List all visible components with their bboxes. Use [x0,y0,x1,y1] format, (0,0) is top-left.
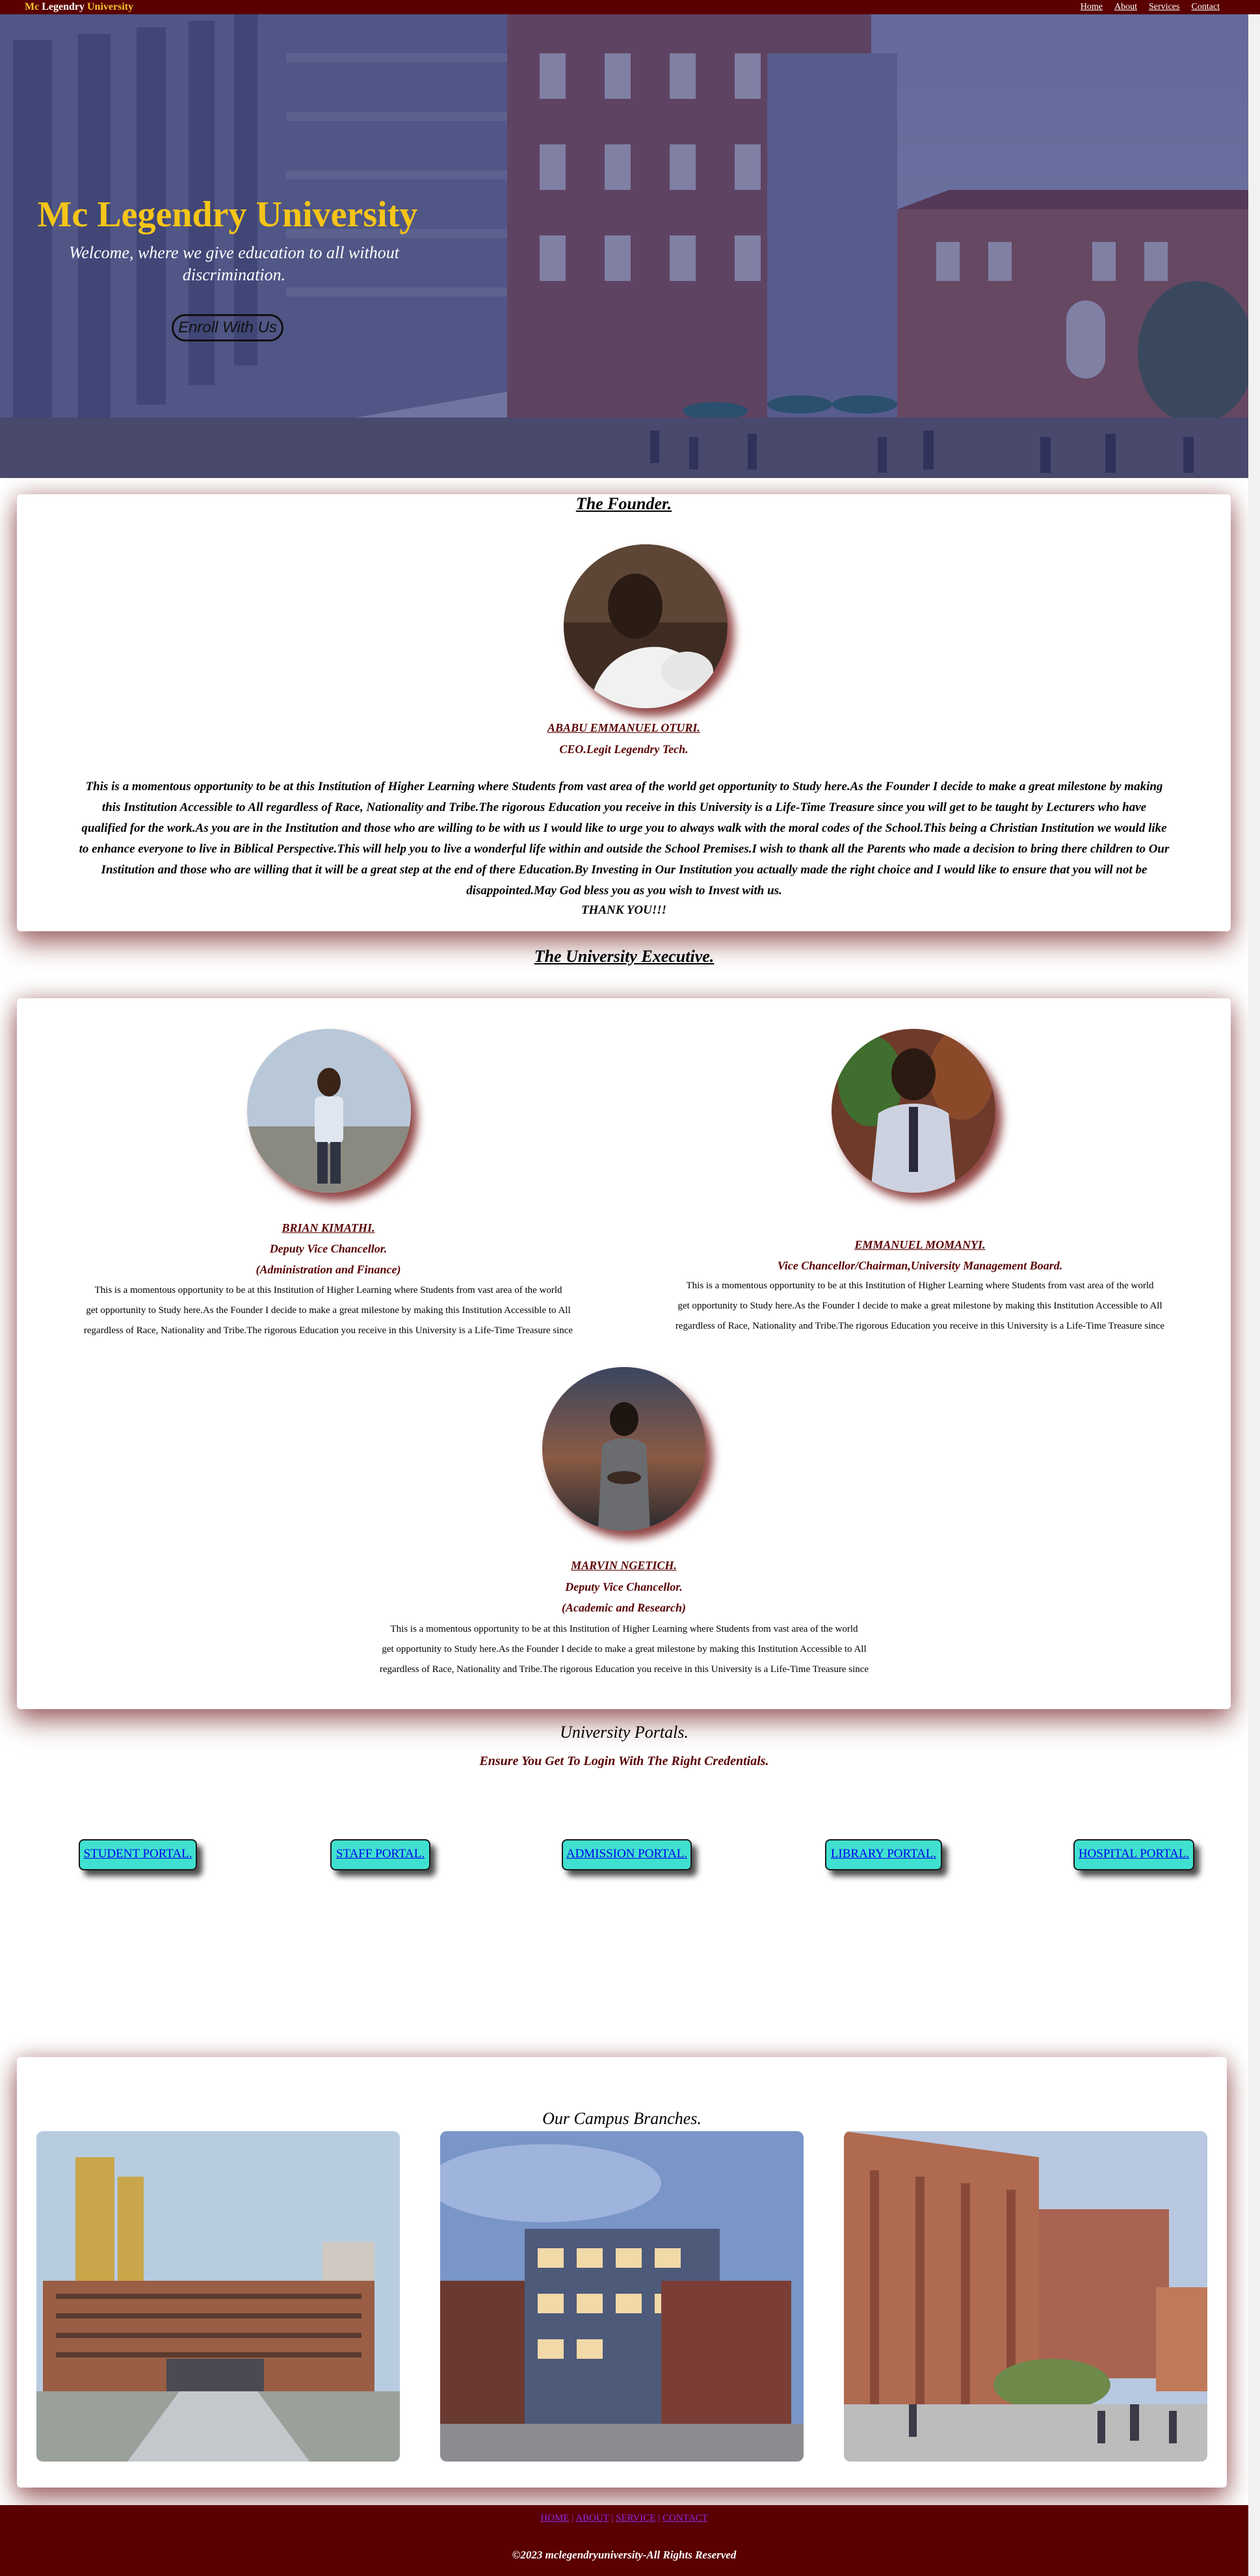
executive-name: BRIAN KIMATHI. [282,1221,375,1234]
executive-role-detail: (Administration and Finance) [256,1263,401,1276]
nav-link-about[interactable]: About [1114,1,1137,13]
footer-link-home[interactable]: HOME [540,2513,569,2523]
founder-message: This is a momentous opportunity to be at… [79,780,1170,897]
footer-link-about[interactable]: ABOUT [575,2513,609,2523]
executive-bio-line: regardless of Race, Nationality and Trib… [379,1664,869,1675]
brand-part-university: University [86,1,134,12]
executive-bio-line: get opportunity to Study here.As the Fou… [382,1644,867,1654]
staff-portal-button[interactable]: STAFF PORTAL. [330,1839,430,1870]
executive-bio-line: regardless of Race, Nationality and Trib… [675,1321,1165,1331]
executive-bio-line: This is a momentous opportunity to be at… [686,1281,1154,1291]
campus-branch-image [36,2131,400,2462]
executive-bio-line: get opportunity to Study here.As the Fou… [677,1301,1162,1311]
hero-title: Mc Legendry University [37,194,418,235]
enroll-button[interactable]: Enroll With Us [172,314,283,341]
nav-link-home[interactable]: Home [1081,1,1103,13]
executive-role: Deputy Vice Chancellor. [269,1242,387,1255]
executive-bio-line: regardless of Race, Nationality and Trib… [83,1325,573,1336]
nav-link-services[interactable]: Services [1149,1,1179,13]
nav-link-contact[interactable]: Contact [1191,1,1220,13]
top-navbar [0,0,1260,14]
executive-bio-line: This is a momentous opportunity to be at… [94,1285,562,1295]
executive-role-detail: (Academic and Research) [562,1601,686,1614]
brand-part-mc: Mc [25,1,42,12]
executive-bio-line: This is a momentous opportunity to be at… [390,1624,858,1634]
footer-link-separator: | [655,2513,663,2523]
footer-link-service[interactable]: SERVICE [616,2513,655,2523]
footer-links: HOME | ABOUT | SERVICE | CONTACT [0,2513,1248,2524]
brand-part-legendry: Legendry [42,1,87,12]
executive-avatar-emmanuel [832,1029,995,1193]
nav-links: Home About Services Contact [1081,1,1220,13]
executive-role: Vice Chancellor/Chairman,University Mana… [777,1259,1063,1272]
footer-link-separator: | [609,2513,616,2523]
executive-bio: This is a momentous opportunity to be at… [39,1281,618,1341]
portals-subtitle: Ensure You Get To Login With The Right C… [479,1754,769,1768]
footer-link-contact[interactable]: CONTACT [663,2513,708,2523]
executive-role: Deputy Vice Chancellor. [565,1580,683,1593]
library-portal-button[interactable]: LIBRARY PORTAL. [825,1839,942,1870]
campus-branches-title: Our Campus Branches. [542,2109,702,2128]
hero-subtitle: Welcome, where we give education to all … [69,243,399,284]
footer-link-separator: | [569,2513,576,2523]
founder-avatar [564,544,728,708]
founder-name: ABABU EMMANUEL OTURI. [547,721,700,734]
page-scrollbar[interactable] [1248,14,1260,2576]
admission-portal-button[interactable]: ADMISSION PORTAL. [562,1839,692,1870]
portals-title: University Portals. [560,1723,689,1742]
executive-avatar-marvin [542,1367,706,1531]
executive-bio: This is a momentous opportunity to be at… [631,1276,1209,1336]
hospital-portal-button[interactable]: HOSPITAL PORTAL. [1073,1839,1194,1870]
founder-role: CEO.Legit Legendry Tech. [559,743,689,756]
executive-name: EMMANUEL MOMANYI. [854,1238,986,1251]
executive-bio: This is a momentous opportunity to be at… [335,1619,913,1680]
student-portal-button[interactable]: STUDENT PORTAL. [79,1839,197,1870]
founder-thanks: THANK YOU!!! [581,903,667,917]
executive-heading: The University Executive. [534,947,715,966]
executive-bio-line: get opportunity to Study here.As the Fou… [86,1305,571,1316]
executive-avatar-brian [247,1029,411,1193]
brand-logo-text[interactable]: Mc Legendry University [25,1,133,14]
founder-heading: The Founder. [575,494,672,513]
campus-branch-image [440,2131,804,2462]
campus-branch-image [844,2131,1207,2462]
footer-copyright: ©2023 mclegendryuniversity-All Rights Re… [512,2549,737,2561]
executive-name: MARVIN NGETICH. [571,1559,677,1572]
